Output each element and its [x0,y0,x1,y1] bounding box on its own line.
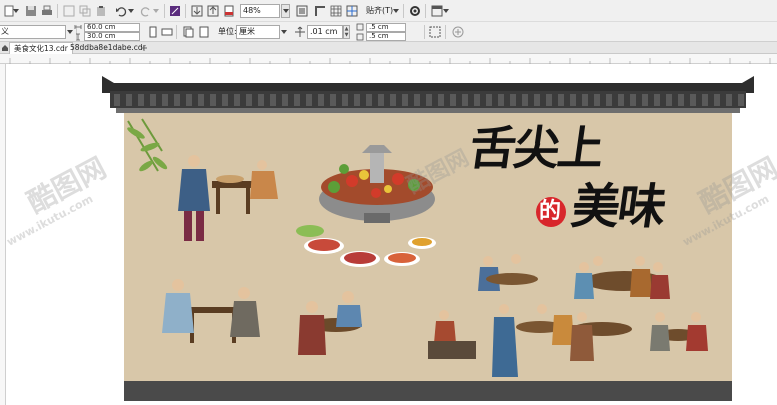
snap-dropdown-icon[interactable] [392,4,400,18]
add-tab-icon[interactable] [140,44,148,52]
save-icon[interactable] [24,4,38,18]
undo-icon[interactable] [114,4,128,18]
nudge-icon [293,25,307,39]
document-tab[interactable]: 美食文化13.cdr [9,42,73,54]
zoom-dropdown-icon[interactable] [281,4,290,18]
show-grid-icon[interactable] [329,4,343,18]
gear-icon[interactable] [408,4,422,18]
redo-icon[interactable] [139,4,153,18]
paper-size-dropdown-icon[interactable] [66,25,74,39]
copy-icon[interactable] [78,4,92,18]
duplicate-x-icon [356,23,364,31]
page-width-field[interactable]: 60.0 cm [84,23,140,32]
property-bar: 义 60.0 cm 30.0 cm 单位: 厘米 .01 cm ▲ ▼ .5 cm… [0,22,777,42]
paste-icon[interactable] [94,4,108,18]
undo-dropdown-icon[interactable] [127,4,135,18]
redo-dropdown-icon[interactable] [152,4,160,18]
show-guidelines-icon[interactable] [345,4,359,18]
launcher-icon[interactable] [168,4,182,18]
artwork-title-line2: 美味 [568,179,668,235]
artwork-title-line1: 舌尖上 [466,121,606,175]
units-dropdown-icon[interactable] [280,25,288,39]
units-select[interactable]: 厘米 [236,25,280,39]
artwork-title-de: 的 [539,198,562,224]
nudge-distance-field[interactable]: .01 cm [307,25,343,39]
horizontal-ruler[interactable] [0,54,777,64]
publish-pdf-icon[interactable] [222,4,236,18]
chevron-down-icon[interactable] [12,4,20,18]
import-icon[interactable] [190,4,204,18]
add-icon[interactable] [451,25,465,39]
food-culture-wall-artwork[interactable]: 舌尖上 的 美味 [102,71,754,401]
standard-toolbar: 48% 贴齐(T) [0,0,777,22]
all-pages-icon[interactable] [181,25,195,39]
duplicate-x-field[interactable]: .5 cm [366,23,406,32]
current-page-icon[interactable] [197,25,211,39]
units-label: 单位: [218,27,237,36]
document-tab[interactable]: 58ddba8e1dabe.cdr [66,42,150,54]
export-icon[interactable] [206,4,220,18]
nudge-spinner[interactable]: ▲ ▼ [343,25,350,39]
cut-icon[interactable] [62,4,76,18]
width-icon [74,23,82,31]
show-rulers-icon[interactable] [313,4,327,18]
height-icon [74,33,82,41]
full-screen-icon[interactable] [295,4,309,18]
duplicate-y-field[interactable]: .5 cm [366,32,406,41]
launcher-dropdown-icon[interactable] [442,4,450,18]
drawing-canvas[interactable]: 舌尖上 的 美味 酷图网 www.ikutu.com 酷图网 酷图网 www.i… [5,64,777,405]
document-tab-bar: 美食文化13.cdr 58ddba8e1dabe.cdr [0,42,777,54]
treat-as-filled-icon[interactable] [428,25,442,39]
paper-size-select[interactable]: 义 [0,25,66,39]
duplicate-y-icon [356,33,364,41]
zoom-level-field[interactable]: 48% [240,4,280,18]
print-icon[interactable] [40,4,54,18]
landscape-icon[interactable] [160,25,174,39]
home-icon[interactable] [1,44,9,52]
page-height-field[interactable]: 30.0 cm [84,32,140,41]
snap-to-label[interactable]: 贴齐(T) [366,5,393,17]
portrait-icon[interactable] [146,25,160,39]
